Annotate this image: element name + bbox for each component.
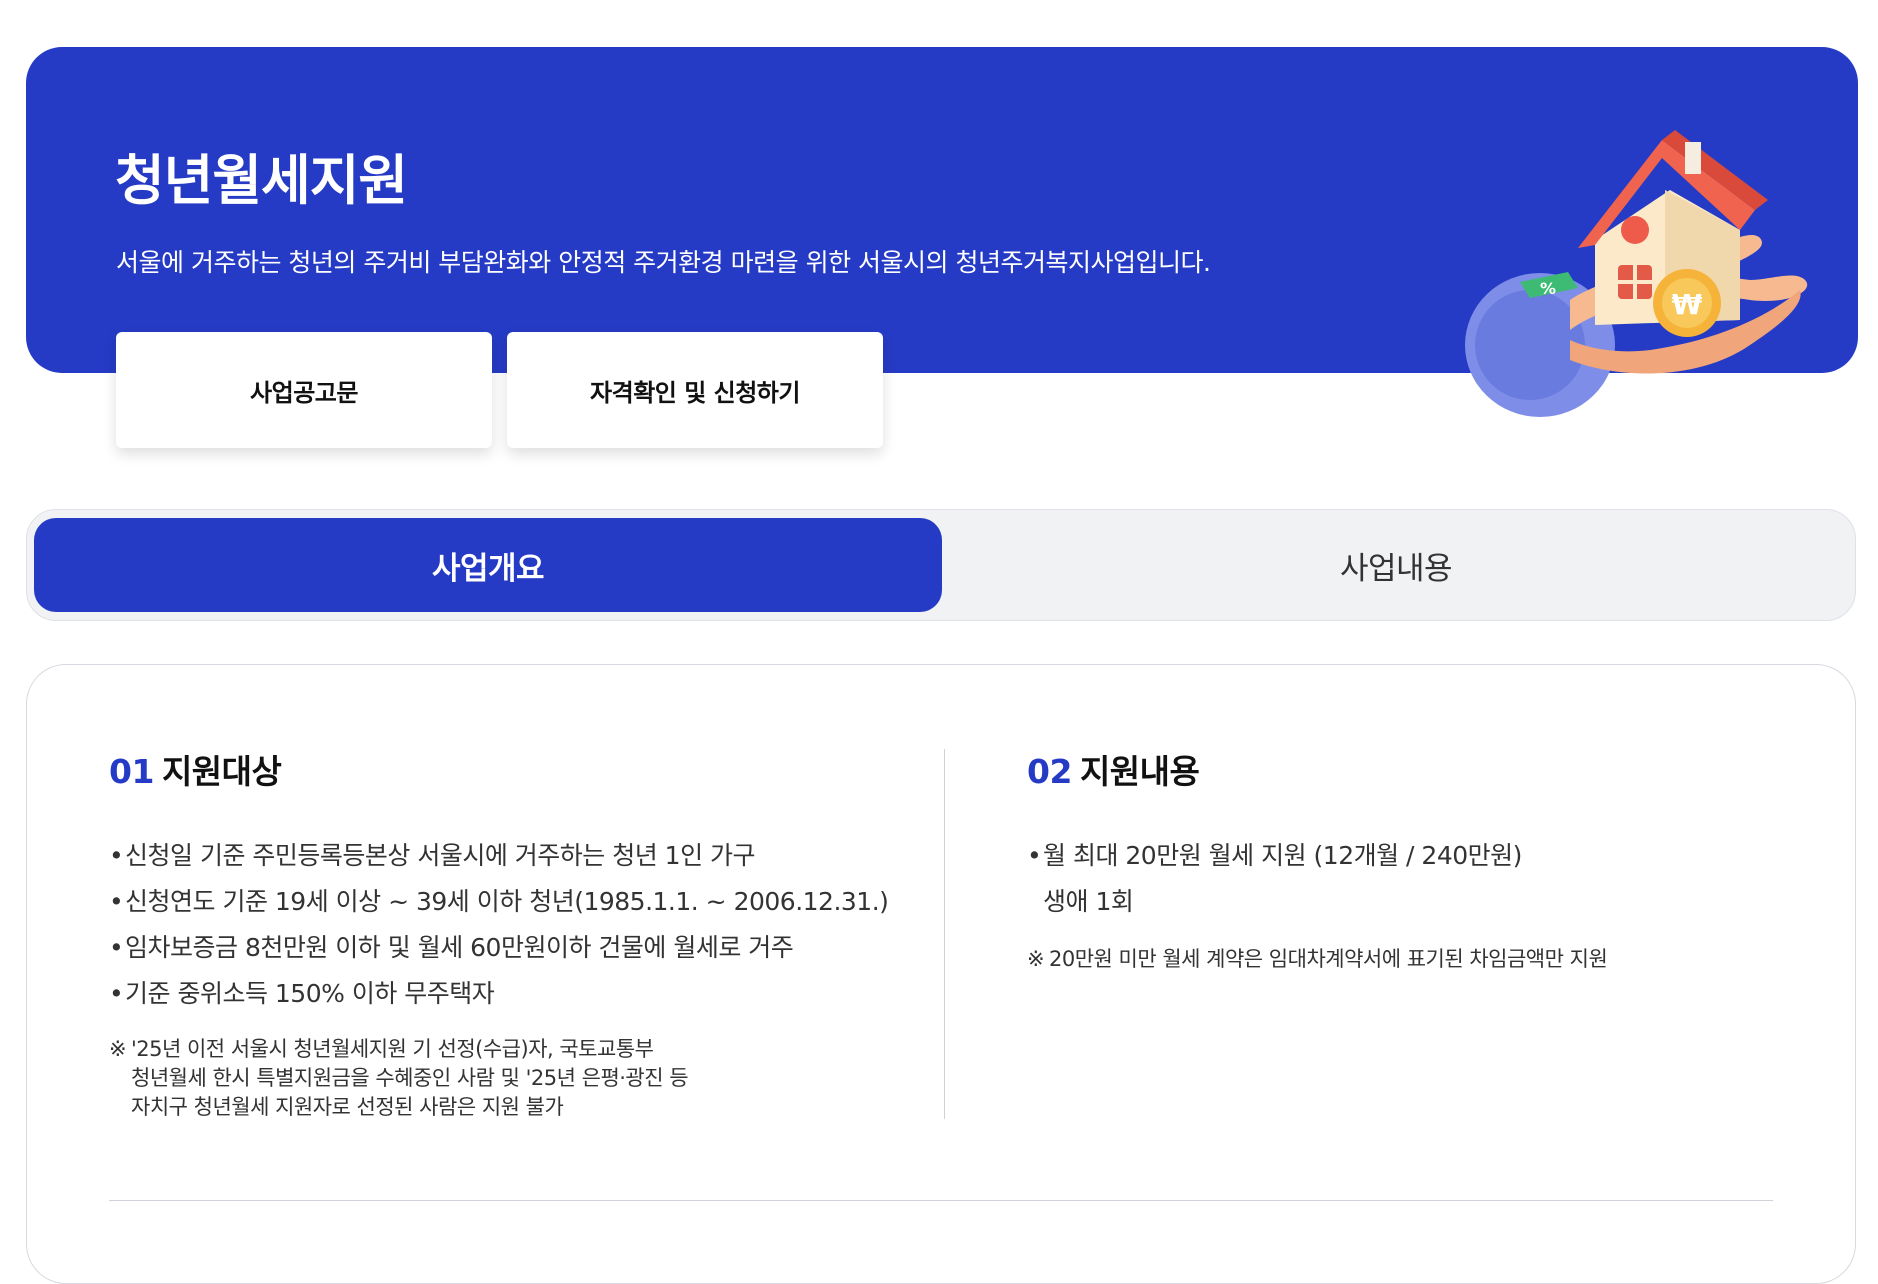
- list-item: 신청연도 기준 19세 이상 ~ 39세 이하 청년(1985.1.1. ~ 2…: [109, 879, 909, 925]
- support-amount: 월 최대 20만원 월세 지원 (12개월 / 240만원): [1043, 841, 1522, 870]
- tab-bar: 사업개요 사업내용: [26, 509, 1856, 621]
- section-title: 지원내용: [1079, 752, 1200, 791]
- list-item: 임차보증금 8천만원 이하 및 월세 60만원이하 건물에 월세로 거주: [109, 925, 909, 971]
- note-mark: ※: [1027, 947, 1045, 971]
- list-item: 기준 중위소득 150% 이하 무주택자: [109, 971, 909, 1017]
- section-title: 지원대상: [161, 752, 282, 791]
- notice-button[interactable]: 사업공고문: [116, 332, 492, 448]
- note-line: 20만원 미만 월세 계약은 임대차계약서에 표기된 차임금액만 지원: [1049, 947, 1608, 971]
- section-number: 02: [1027, 752, 1072, 791]
- page-title: 청년월세지원: [115, 149, 408, 212]
- section-heading: 02 지원내용: [1027, 745, 1807, 793]
- overview-card: 01지원대상 신청일 기준 주민등록등본상 서울시에 거주하는 청년 1인 가구…: [26, 664, 1856, 1284]
- house-round-window: [1621, 216, 1649, 244]
- house-chimney: [1685, 142, 1701, 174]
- hero-description: 서울에 거주하는 청년의 주거비 부담완화와 안정적 주거환경 마련을 위한 서…: [116, 248, 1211, 277]
- coin-symbol: ₩: [1672, 288, 1703, 321]
- eligibility-list: 신청일 기준 주민등록등본상 서울시에 거주하는 청년 1인 가구 신청연도 기…: [109, 833, 909, 1017]
- note-line: 청년월세 한시 특별지원금을 수혜중인 사람 및 '25년 은평·광진 등: [131, 1066, 689, 1090]
- sleeve-inner: [1475, 290, 1585, 400]
- note-line: 자치구 청년월세 지원자로 선정된 사람은 지원 불가: [131, 1095, 564, 1119]
- note-mark: ※: [109, 1037, 127, 1061]
- bottom-divider: [109, 1200, 1773, 1201]
- note-line: '25년 이전 서울시 청년월세지원 기 선정(수급)자, 국토교통부: [131, 1037, 654, 1061]
- price-tag-symbol: %: [1540, 279, 1556, 298]
- section-eligibility: 01지원대상 신청일 기준 주민등록등본상 서울시에 거주하는 청년 1인 가구…: [109, 745, 909, 1122]
- section-number: 01: [109, 752, 154, 791]
- support-note: ※ 20만원 미만 월세 계약은 임대차계약서에 표기된 차임금액만 지원: [1027, 945, 1807, 974]
- tab-details[interactable]: 사업내용: [942, 518, 1850, 612]
- section-support-content: 02지원내용 월 최대 20만원 월세 지원 (12개월 / 240만원) 생애 …: [1027, 745, 1807, 974]
- apply-button[interactable]: 자격확인 및 신청하기: [507, 332, 883, 448]
- support-list: 월 최대 20만원 월세 지원 (12개월 / 240만원) 생애 1회: [1027, 833, 1807, 925]
- column-divider: [944, 749, 945, 1119]
- section-heading: 01 지원대상: [109, 745, 909, 793]
- tab-overview[interactable]: 사업개요: [34, 518, 942, 612]
- house-in-hand-illustration: ₩ %: [1465, 130, 1808, 417]
- eligibility-note: ※ '25년 이전 서울시 청년월세지원 기 선정(수급)자, 국토교통부 청년…: [109, 1035, 909, 1122]
- support-limit: 생애 1회: [1043, 887, 1134, 916]
- list-item: 월 최대 20만원 월세 지원 (12개월 / 240만원) 생애 1회: [1027, 833, 1807, 925]
- list-item: 신청일 기준 주민등록등본상 서울시에 거주하는 청년 1인 가구: [109, 833, 909, 879]
